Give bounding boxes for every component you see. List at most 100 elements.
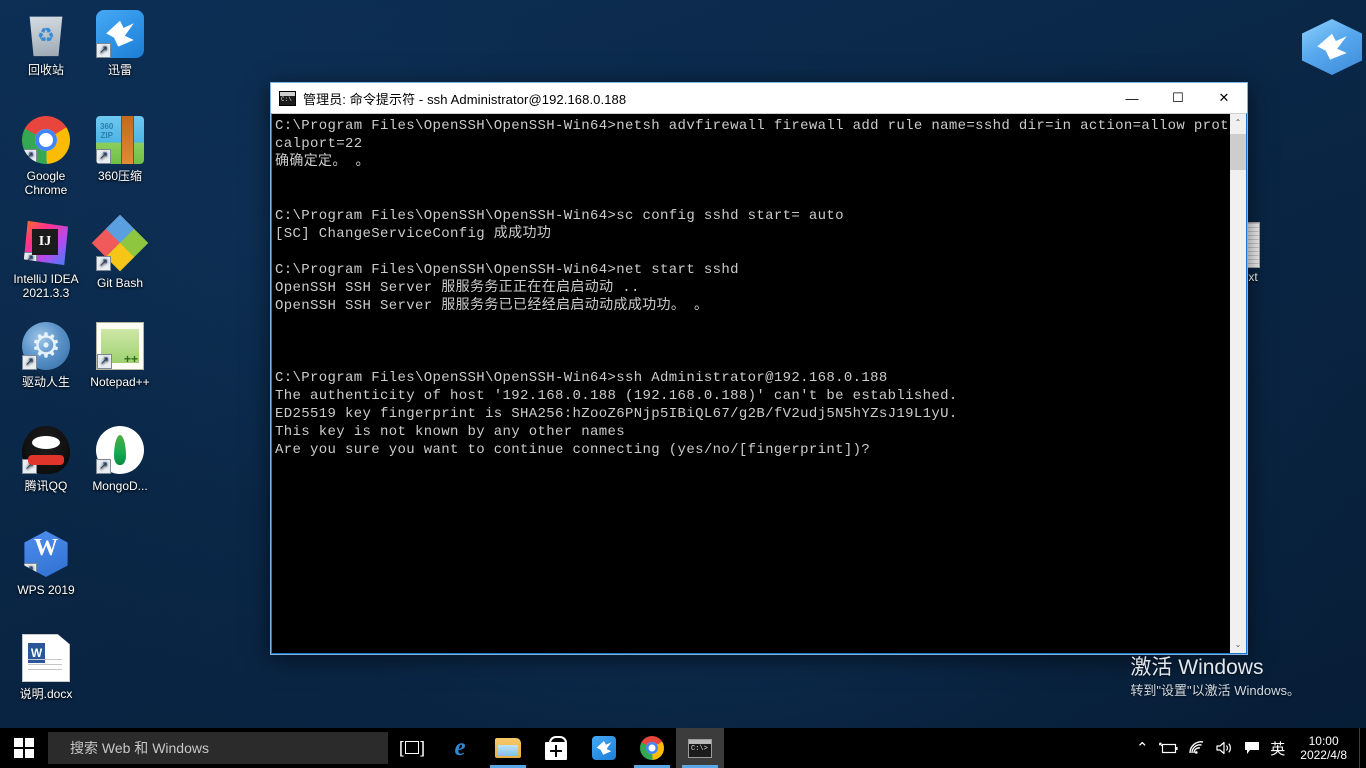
desktop-icon-9[interactable]: MongoD... [82, 426, 158, 493]
minimize-button[interactable]: — [1109, 83, 1155, 113]
shortcut-arrow-icon [22, 355, 37, 370]
close-button[interactable]: ✕ [1201, 83, 1247, 113]
search-placeholder-text: 搜索 Web 和 Windows [70, 740, 209, 756]
xunlei-desktop-widget[interactable] [1302, 19, 1362, 75]
store-bag-icon [545, 736, 567, 760]
windows-activation-watermark: 激活 Windows 转到"设置"以激活 Windows。 [1130, 655, 1300, 700]
desktop-icon-label: 驱动人生 [21, 375, 70, 389]
edge-button[interactable]: e [436, 728, 484, 768]
watermark-subtitle: 转到"设置"以激活 Windows。 [1130, 683, 1300, 698]
window-title: 管理员: 命令提示符 - ssh Administrator@192.168.0… [303, 91, 627, 107]
desktop-icon-6[interactable]: 驱动人生 [8, 322, 84, 389]
shortcut-arrow-icon [96, 43, 111, 58]
thunder-icon [96, 10, 144, 58]
cmd-button[interactable] [676, 728, 724, 768]
scroll-down-arrow-icon[interactable]: ⌄ [1230, 636, 1246, 653]
command-prompt-window[interactable]: 管理员: 命令提示符 - ssh Administrator@192.168.0… [270, 82, 1248, 655]
desktop-icon-label: Git Bash [96, 276, 144, 290]
desktop-icon-4[interactable]: IntelliJ IDEA 2021.3.3 [8, 219, 84, 300]
desktop-icon-label: MongoD... [92, 479, 148, 493]
desktop-icon-label: 360压缩 [97, 169, 143, 183]
desktop-icon-11[interactable]: 说明.docx [8, 634, 84, 701]
docx-icon [22, 634, 70, 682]
console-line: Are you sure you want to continue connec… [275, 442, 871, 458]
xunlei-button[interactable] [580, 728, 628, 768]
console-output-area[interactable]: C:\Program Files\OpenSSH\OpenSSH-Win64>n… [272, 114, 1229, 653]
360-icon [96, 116, 144, 164]
console-scrollbar[interactable]: ⌃ ⌄ [1229, 114, 1246, 653]
shortcut-arrow-icon [96, 149, 111, 164]
action-center-icon[interactable] [1239, 728, 1265, 768]
clock-date: 2022/4/8 [1300, 748, 1347, 762]
desktop-icon-3[interactable]: 360压缩 [82, 116, 158, 183]
desktop-icon-label: IntelliJ IDEA 2021.3.3 [13, 272, 79, 300]
desktop-icon-1[interactable]: 迅雷 [82, 10, 158, 77]
recycle-icon [29, 16, 63, 57]
gear-icon [22, 322, 70, 370]
mongo-icon [96, 426, 144, 474]
desktop-icon-label: 说明.docx [19, 687, 73, 701]
cmd-window-icon [688, 738, 712, 758]
window-body: C:\Program Files\OpenSSH\OpenSSH-Win64>n… [271, 113, 1247, 654]
qq-icon [22, 426, 70, 474]
console-line: OpenSSH SSH Server 服服务务已已经经启启动动成成功功。 。 [275, 298, 709, 314]
console-line: This key is not known by any other names [275, 424, 626, 440]
shortcut-arrow-icon [22, 149, 37, 164]
console-line: OpenSSH SSH Server 服服务务正正在在启启动动 .. [275, 280, 640, 296]
chrome-button[interactable] [628, 728, 676, 768]
shortcut-arrow-icon [96, 459, 111, 474]
scrollbar-thumb[interactable] [1230, 134, 1246, 170]
task-view-button[interactable] [388, 728, 436, 768]
desktop-icon-0[interactable]: 回收站 [8, 10, 84, 77]
battery-icon[interactable] [1154, 728, 1183, 768]
search-input[interactable]: 搜索 Web 和 Windows [48, 732, 388, 764]
console-line: The authenticity of host '192.168.0.188 … [275, 388, 958, 404]
scrollbar-track[interactable] [1230, 131, 1246, 636]
windows-logo-icon [14, 738, 34, 758]
volume-icon[interactable] [1211, 728, 1239, 768]
shortcut-arrow-icon [22, 459, 37, 474]
window-titlebar[interactable]: 管理员: 命令提示符 - ssh Administrator@192.168.0… [271, 83, 1247, 113]
show-desktop-button[interactable] [1359, 728, 1366, 768]
chrome-icon [22, 116, 70, 164]
wifi-glyph [1189, 741, 1204, 754]
show-hidden-icons-chevron-icon[interactable]: ⌃ [1130, 728, 1154, 768]
console-line: C:\Program Files\OpenSSH\OpenSSH-Win64>n… [275, 262, 739, 278]
taskbar: 搜索 Web 和 Windows e ⌃ [0, 728, 1366, 768]
desktop-icon-label: 迅雷 [107, 63, 132, 77]
file-explorer-button[interactable] [484, 728, 532, 768]
ime-indicator[interactable]: 英 [1265, 728, 1290, 768]
shortcut-arrow-icon [23, 252, 37, 266]
desktop-icon-5[interactable]: Git Bash [82, 214, 158, 290]
folder-icon [495, 738, 521, 758]
console-line: [SC] ChangeServiceConfig 成成功功 [275, 226, 552, 242]
notification-glyph [1245, 742, 1260, 754]
art-git-icon [91, 214, 149, 272]
cmd-icon [279, 90, 296, 106]
desktop-icon-2[interactable]: Google Chrome [8, 116, 84, 197]
store-button[interactable] [532, 728, 580, 768]
scroll-up-arrow-icon[interactable]: ⌃ [1230, 114, 1246, 131]
clock[interactable]: 10:00 2022/4/8 [1290, 728, 1359, 768]
desktop-icon-label: WPS 2019 [17, 583, 75, 597]
desktop-icon-8[interactable]: 腾讯QQ [8, 426, 84, 493]
console-line: 确确定定。 。 [275, 154, 370, 170]
desktop-icon-10[interactable]: WPS 2019 [8, 530, 84, 597]
desktop-icon-7[interactable]: Notepad++ [82, 322, 158, 389]
shortcut-arrow-icon [97, 354, 112, 369]
watermark-title: 激活 Windows [1130, 656, 1264, 679]
network-wifi-icon[interactable] [1183, 728, 1211, 768]
battery-glyph [1159, 742, 1178, 753]
maximize-button[interactable]: ☐ [1155, 83, 1201, 113]
windows-start-button[interactable] [0, 728, 48, 768]
edge-icon: e [454, 734, 466, 761]
speaker-glyph [1216, 741, 1232, 755]
task-view-icon [399, 738, 425, 758]
console-line: C:\Program Files\OpenSSH\OpenSSH-Win64>n… [275, 118, 1229, 134]
